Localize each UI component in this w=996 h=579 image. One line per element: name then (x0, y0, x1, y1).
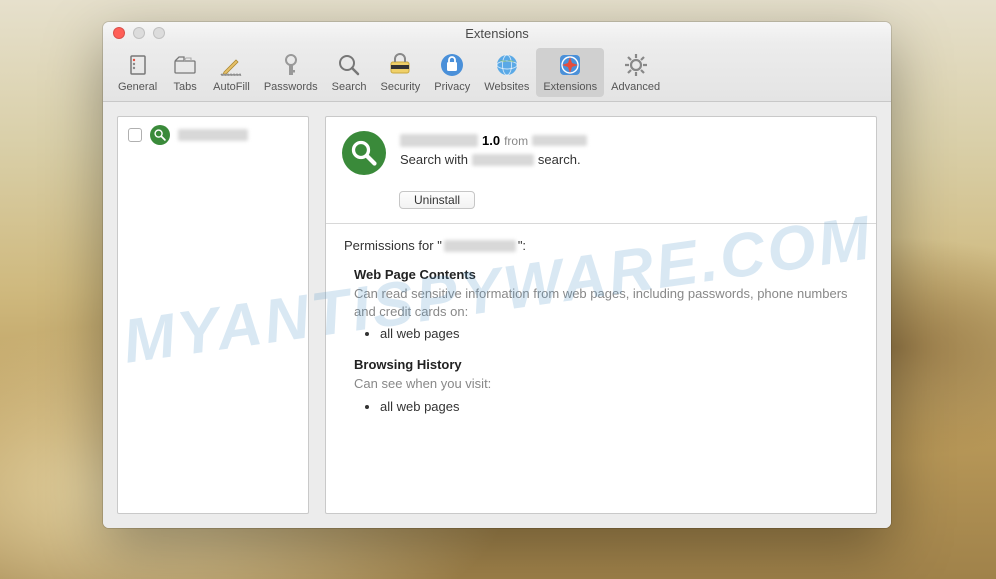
preferences-window: Extensions General Tabs AutoFill Passwor… (103, 22, 891, 528)
toolbar-label: AutoFill (213, 81, 250, 93)
autofill-icon (217, 51, 245, 79)
extension-from-label: from (504, 134, 528, 148)
extension-info: 1.0 from Search with search. (400, 131, 860, 175)
permission-group: Web Page Contents Can read sensitive inf… (344, 267, 858, 341)
extension-version: 1.0 (482, 133, 500, 148)
websites-icon (493, 51, 521, 79)
permission-list-item: all web pages (380, 326, 858, 341)
tabs-icon (171, 51, 199, 79)
permission-group: Browsing History Can see when you visit:… (344, 357, 858, 414)
extension-list-item[interactable] (118, 117, 308, 153)
extension-detail-panel: 1.0 from Search with search. Uninstall (325, 116, 877, 514)
toolbar-label: Websites (484, 81, 529, 93)
security-icon (386, 51, 414, 79)
search-icon (335, 51, 363, 79)
tab-autofill[interactable]: AutoFill (206, 48, 257, 97)
toolbar-label: Tabs (174, 81, 197, 93)
tab-tabs[interactable]: Tabs (164, 48, 206, 97)
window-title: Extensions (103, 26, 891, 41)
permission-list: all web pages (354, 399, 858, 414)
toolbar-label: Security (380, 81, 420, 93)
toolbar-label: Privacy (434, 81, 470, 93)
extensions-icon (556, 51, 584, 79)
tab-passwords[interactable]: Passwords (257, 48, 325, 97)
permission-title: Web Page Contents (354, 267, 858, 282)
tab-search[interactable]: Search (325, 48, 374, 97)
toolbar-label: Extensions (543, 81, 597, 93)
extensions-sidebar (117, 116, 309, 514)
advanced-icon (622, 51, 650, 79)
permissions-heading: Permissions for " ": (344, 238, 858, 253)
uninstall-row: Uninstall (326, 185, 876, 223)
tab-websites[interactable]: Websites (477, 48, 536, 97)
permissions-section: Permissions for " ": Web Page Contents C… (326, 224, 876, 444)
extension-title-line: 1.0 from (400, 133, 860, 148)
perm-name-redacted (444, 240, 516, 252)
window-titlebar[interactable]: Extensions (103, 22, 891, 44)
permission-list-item: all web pages (380, 399, 858, 414)
extension-enable-checkbox[interactable] (128, 128, 142, 142)
permission-list: all web pages (354, 326, 858, 341)
general-icon (124, 51, 152, 79)
uninstall-button[interactable]: Uninstall (399, 191, 475, 209)
desc-redacted (472, 154, 534, 166)
passwords-icon (277, 51, 305, 79)
extension-icon-large (342, 131, 386, 175)
perm-prefix: Permissions for " (344, 238, 442, 253)
perm-suffix: ": (518, 238, 526, 253)
permission-description: Can read sensitive information from web … (354, 285, 858, 320)
desc-suffix: search. (538, 152, 581, 167)
permission-description: Can see when you visit: (354, 375, 858, 393)
extension-header: 1.0 from Search with search. (326, 117, 876, 185)
desc-prefix: Search with (400, 152, 468, 167)
tab-general[interactable]: General (111, 48, 164, 97)
extension-name-redacted (178, 129, 248, 141)
tab-extensions[interactable]: Extensions (536, 48, 604, 97)
toolbar-label: Search (332, 81, 367, 93)
extension-icon (150, 125, 170, 145)
tab-advanced[interactable]: Advanced (604, 48, 667, 97)
tab-privacy[interactable]: Privacy (427, 48, 477, 97)
permission-title: Browsing History (354, 357, 858, 372)
extension-author-redacted (532, 135, 587, 146)
tab-security[interactable]: Security (373, 48, 427, 97)
preferences-toolbar: General Tabs AutoFill Passwords Search (103, 44, 891, 102)
extension-name-redacted (400, 134, 478, 147)
privacy-icon (438, 51, 466, 79)
extension-description: Search with search. (400, 152, 860, 167)
content-area: 1.0 from Search with search. Uninstall (103, 102, 891, 528)
toolbar-label: Passwords (264, 81, 318, 93)
toolbar-label: Advanced (611, 81, 660, 93)
toolbar-label: General (118, 81, 157, 93)
